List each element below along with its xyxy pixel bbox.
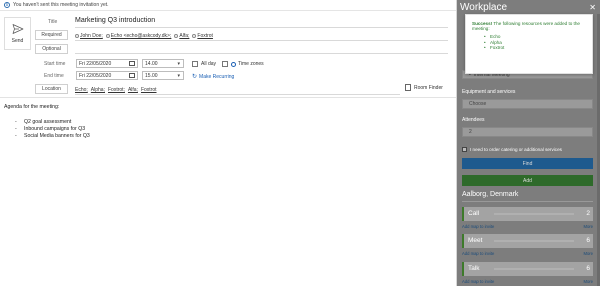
globe-icon — [231, 61, 236, 67]
info-bar-text: You haven't sent this meeting invitation… — [13, 2, 109, 8]
end-date-input[interactable]: Fri 22/05/2020 — [76, 71, 138, 80]
room-card-links: Add map to invite More — [462, 224, 593, 229]
send-button[interactable]: Send — [4, 17, 31, 50]
add-map-link[interactable]: Add map to invite — [462, 279, 494, 284]
room-card-talk[interactable]: Talk 6 — [462, 262, 593, 276]
room-bar — [494, 213, 574, 215]
chevron-down-icon: ▾ — [177, 61, 180, 67]
body-divider — [0, 97, 456, 98]
attendees-input[interactable]: 2 — [462, 127, 593, 137]
location-item[interactable]: Alfa; — [128, 87, 138, 93]
person-icon — [174, 34, 179, 38]
add-map-link[interactable]: Add map to invite — [462, 251, 494, 256]
start-date-input[interactable]: Fri 22/05/2020 — [76, 59, 138, 68]
time-zones-toggle[interactable]: Time zones — [231, 61, 264, 67]
room-name: Talk — [468, 265, 480, 272]
send-label: Send — [11, 38, 24, 44]
recipient-2[interactable]: Alfa; — [174, 33, 189, 39]
location-item[interactable]: Alpha; — [91, 87, 105, 93]
room-card-links: Add map to invite More — [462, 279, 593, 284]
room-name: Meet — [468, 237, 483, 244]
list-item: Inbound campaigns for Q3 — [15, 126, 90, 133]
room-name: Call — [468, 210, 480, 217]
title-input[interactable]: Marketing Q3 introduction — [75, 17, 155, 24]
room-count: 2 — [586, 210, 590, 217]
room-count: 6 — [586, 237, 590, 244]
required-underline — [75, 40, 448, 41]
room-finder-button[interactable]: Room Finder — [405, 84, 443, 91]
catering-checkbox[interactable] — [462, 147, 467, 152]
chevron-down-icon: ▾ — [177, 73, 180, 79]
outlook-compose-window: i You haven't sent this meeting invitati… — [0, 0, 600, 286]
add-button[interactable]: Add — [462, 175, 593, 186]
pane-title: Workplace — [460, 2, 508, 13]
all-day-label: All day — [201, 61, 217, 67]
more-link[interactable]: More — [583, 224, 593, 229]
add-map-link[interactable]: Add map to invite — [462, 224, 494, 229]
success-notification: Success! The following resources were ad… — [465, 14, 593, 74]
person-icon — [105, 34, 110, 38]
all-day-checkbox[interactable] — [192, 61, 198, 67]
more-link[interactable]: More — [583, 279, 593, 284]
location-item[interactable]: Echo; — [75, 87, 88, 93]
send-icon — [12, 24, 23, 34]
more-link[interactable]: More — [583, 251, 593, 256]
location-item[interactable]: Foxtrot — [141, 87, 157, 93]
room-bar — [494, 268, 574, 270]
calendar-icon[interactable] — [129, 61, 135, 66]
list-item: Q2 goal assessment — [15, 119, 90, 126]
room-card-call[interactable]: Call 2 — [462, 207, 593, 221]
title-label: Title — [48, 19, 58, 25]
person-icon — [192, 34, 197, 38]
location-button[interactable]: Location — [35, 84, 68, 94]
recipient-3[interactable]: Foxtrot — [192, 33, 213, 39]
added-resources-list: Echo Alpha Foxtrot — [472, 34, 586, 51]
equipment-label: Equipment and services — [462, 89, 516, 95]
attendees-label: Attendees — [462, 117, 485, 123]
room-count: 6 — [586, 265, 590, 272]
calendar-icon[interactable] — [129, 73, 135, 78]
close-icon[interactable]: ✕ — [589, 3, 596, 12]
optional-button[interactable]: Optional — [35, 44, 68, 54]
agenda-list[interactable]: Q2 goal assessment Inbound campaigns for… — [15, 119, 90, 140]
required-recipients[interactable]: John Doe; Echo <echo@askcody.dk>; Alfa; … — [75, 33, 213, 39]
start-time-label: Start time — [44, 61, 66, 67]
catering-label: I need to order catering or additional s… — [470, 147, 562, 152]
recurring-icon: ↻ — [192, 74, 198, 80]
body-heading[interactable]: Agenda for the meeting: — [4, 104, 59, 110]
city-separator — [462, 201, 593, 202]
time-zones-checkbox[interactable] — [222, 61, 228, 67]
recipient-1[interactable]: Echo <echo@askcody.dk>; — [105, 33, 171, 39]
room-bar — [494, 240, 574, 242]
room-card-links: Add map to invite More — [462, 251, 593, 256]
start-time-select[interactable]: 14.00 ▾ — [142, 59, 184, 68]
info-bar: i You haven't sent this meeting invitati… — [0, 0, 456, 11]
location-underline — [75, 94, 400, 95]
list-item: Social Media banners for Q3 — [15, 133, 90, 140]
info-icon: i — [4, 2, 10, 8]
required-button[interactable]: Required — [35, 30, 68, 40]
location-item[interactable]: Foxtrot; — [108, 87, 125, 93]
city-heading: Aalborg, Denmark — [462, 191, 519, 198]
workplace-pane: Workplace ✕ Success! The following resou… — [457, 0, 600, 286]
optional-underline — [75, 53, 448, 54]
person-icon — [75, 34, 79, 38]
location-value[interactable]: Echo; Alpha; Foxtrot; Alfa; Foxtrot — [75, 87, 157, 93]
end-time-select[interactable]: 15.00 ▾ — [142, 71, 184, 80]
end-time-label: End time — [44, 73, 64, 79]
make-recurring-button[interactable]: ↻ Make Recurring — [192, 73, 234, 81]
equipment-select[interactable]: Choose — [462, 99, 593, 109]
title-underline — [75, 27, 448, 28]
find-button[interactable]: Find — [462, 158, 593, 169]
list-item: Foxtrot — [484, 45, 586, 51]
recipient-0[interactable]: John Doe; — [75, 33, 103, 39]
room-card-meet[interactable]: Meet 6 — [462, 234, 593, 248]
door-icon — [405, 84, 411, 91]
